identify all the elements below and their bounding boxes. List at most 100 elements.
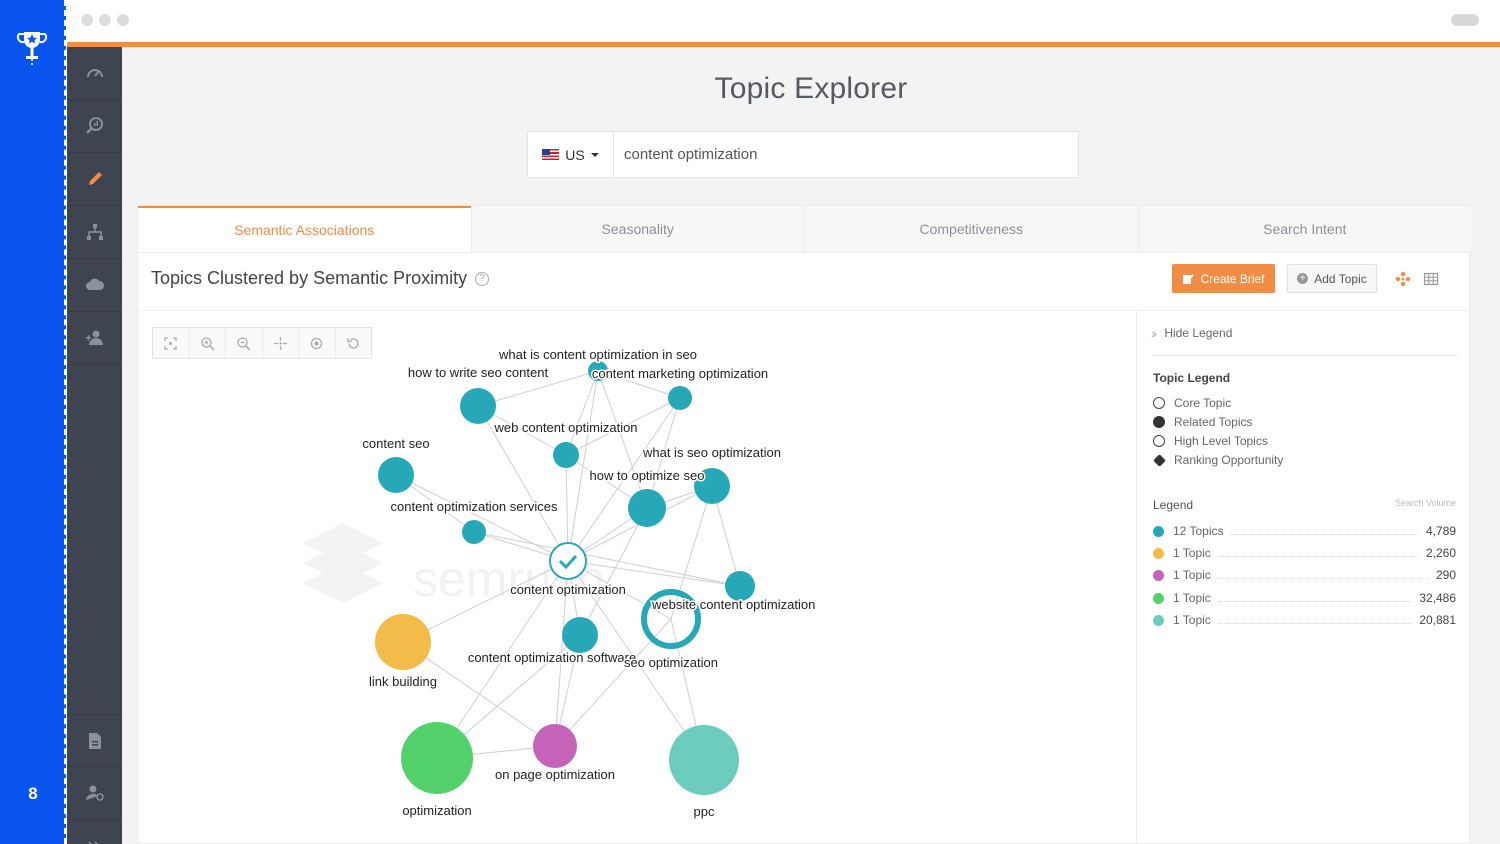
sidebar-item-users[interactable] [67,312,122,365]
topic-node[interactable] [375,614,431,670]
us-flag-icon [542,149,560,160]
sitemap-icon [86,224,103,240]
slide-number: 8 [28,784,38,803]
legend-row[interactable]: 1 Topic 20,881 [1153,613,1456,627]
topic-node-label: content seo [362,436,429,451]
add-topic-label: Add Topic [1314,271,1367,286]
zoom-out-button[interactable] [226,328,263,358]
country-select[interactable]: US [528,132,614,177]
search-analytics-icon [85,117,103,134]
topic-node[interactable] [533,724,577,768]
explorer-card: Semantic Associations Seasonality Compet… [137,205,1471,844]
topic-node-label: optimization [402,803,471,818]
legend-row[interactable]: 1 Topic 2,260 [1153,546,1456,560]
topic-node-label: what is content optimization in seo [498,347,697,362]
legend-row-volume: 2,260 [1425,546,1456,560]
section-title: Topics Clustered by Semantic Proximity [151,268,468,288]
app-window: Topic Explorer US Semantic Associations … [67,0,1500,844]
window-maximize-dot[interactable] [117,14,129,26]
topic-graph[interactable]: semrush content optimization what is cont… [138,310,1136,844]
reset-button[interactable] [336,328,372,358]
window-minimize-dot[interactable] [99,14,111,26]
plus-icon: + [1297,273,1309,284]
topic-legend-label: Core Topic [1174,396,1232,410]
accent-bar [67,42,1500,47]
solid-circle-icon [1153,416,1165,428]
topic-node-label: how to write seo content [408,365,549,380]
center-button[interactable] [263,328,299,358]
focus-button[interactable] [299,328,336,358]
topic-graph-canvas[interactable]: semrush content optimizationwhat is cont… [138,311,1136,844]
topic-node[interactable] [401,722,473,794]
topic-legend-opportunity: Ranking Opportunity [1152,453,1284,467]
dotted-leader [1218,571,1428,579]
double-chevron-icon [87,841,98,844]
create-brief-label: Create Brief [1200,271,1265,286]
network-view-icon[interactable] [1394,270,1412,288]
window-titlebar [67,0,1500,42]
topic-node[interactable] [562,617,598,653]
sidebar-item-dashboard[interactable] [67,47,122,100]
legend-row[interactable]: 1 Topic 32,486 [1153,591,1456,605]
slide-strip: 8 [0,0,66,844]
topic-node[interactable] [668,386,692,410]
section-header: Topics Clustered by Semantic Proximity ? [151,268,490,289]
add-user-icon [85,330,103,345]
topic-node[interactable] [460,388,496,424]
topic-node[interactable] [669,725,739,795]
topic-node[interactable] [462,520,486,544]
sidebar-item-structure[interactable] [67,206,122,259]
topic-node-label: seo optimization [624,655,718,670]
tab-seasonality[interactable]: Seasonality [470,206,804,252]
zoom-in-icon [201,336,215,351]
legend-row-label: 12 Topics [1173,524,1224,538]
topic-node-label: content marketing optimization [592,366,768,381]
legend-row[interactable]: 1 Topic 290 [1153,568,1456,582]
sidebar-item-reports[interactable] [67,714,122,767]
search-input[interactable] [614,132,1078,177]
sidebar-item-research[interactable] [67,100,122,153]
create-brief-button[interactable]: Create Brief [1172,264,1275,293]
legend-title: Legend [1153,498,1194,512]
topic-node-label: ppc [694,804,715,819]
legend-row-label: 1 Topic [1173,613,1211,627]
speedometer-icon [86,69,103,78]
legend-row-label: 1 Topic [1173,591,1211,605]
help-icon[interactable]: ? [475,271,490,286]
sidebar-expand-button[interactable] [67,820,122,844]
tab-semantic-associations[interactable]: Semantic Associations [138,206,471,252]
fit-view-button[interactable] [153,328,190,358]
hollow-circle-icon [1153,435,1165,447]
legend-panel: ›› Hide Legend Topic Legend Core Topic R… [1136,310,1470,844]
window-menu-pill[interactable] [1451,14,1479,26]
tab-bar: Semantic Associations Seasonality Compet… [138,206,1471,253]
trophy-icon [16,32,48,66]
tab-competitiveness[interactable]: Competitiveness [804,206,1138,252]
topic-node[interactable] [378,457,414,493]
topic-node[interactable] [628,489,666,527]
badge-icon [1152,453,1166,467]
topic-node[interactable] [549,542,587,580]
topic-node-label: content optimization software [468,650,636,665]
target-icon [311,337,323,349]
graph-edge [395,474,569,562]
tab-search-intent[interactable]: Search Intent [1137,206,1471,252]
sidebar-item-cloud[interactable] [67,259,122,312]
dotted-leader [1218,549,1418,557]
dotted-leader [1231,527,1418,535]
sidebar-item-content[interactable] [67,153,122,206]
legend-row[interactable]: 12 Topics 4,789 [1153,524,1456,538]
country-label: US [565,146,585,163]
graph-edge [565,370,599,456]
zoom-in-button[interactable] [190,328,226,358]
dotted-leader [1218,616,1412,624]
sidebar-item-user-settings[interactable] [67,767,122,820]
color-swatch [1153,614,1164,626]
add-topic-button[interactable]: + Add Topic [1287,264,1377,293]
window-close-dot[interactable] [81,14,93,26]
topic-legend-label: Ranking Opportunity [1174,453,1284,467]
crosshair-icon [273,336,287,350]
topic-node[interactable] [553,442,579,468]
hide-legend-button[interactable]: ›› Hide Legend [1151,325,1232,341]
table-view-icon[interactable] [1422,270,1440,288]
